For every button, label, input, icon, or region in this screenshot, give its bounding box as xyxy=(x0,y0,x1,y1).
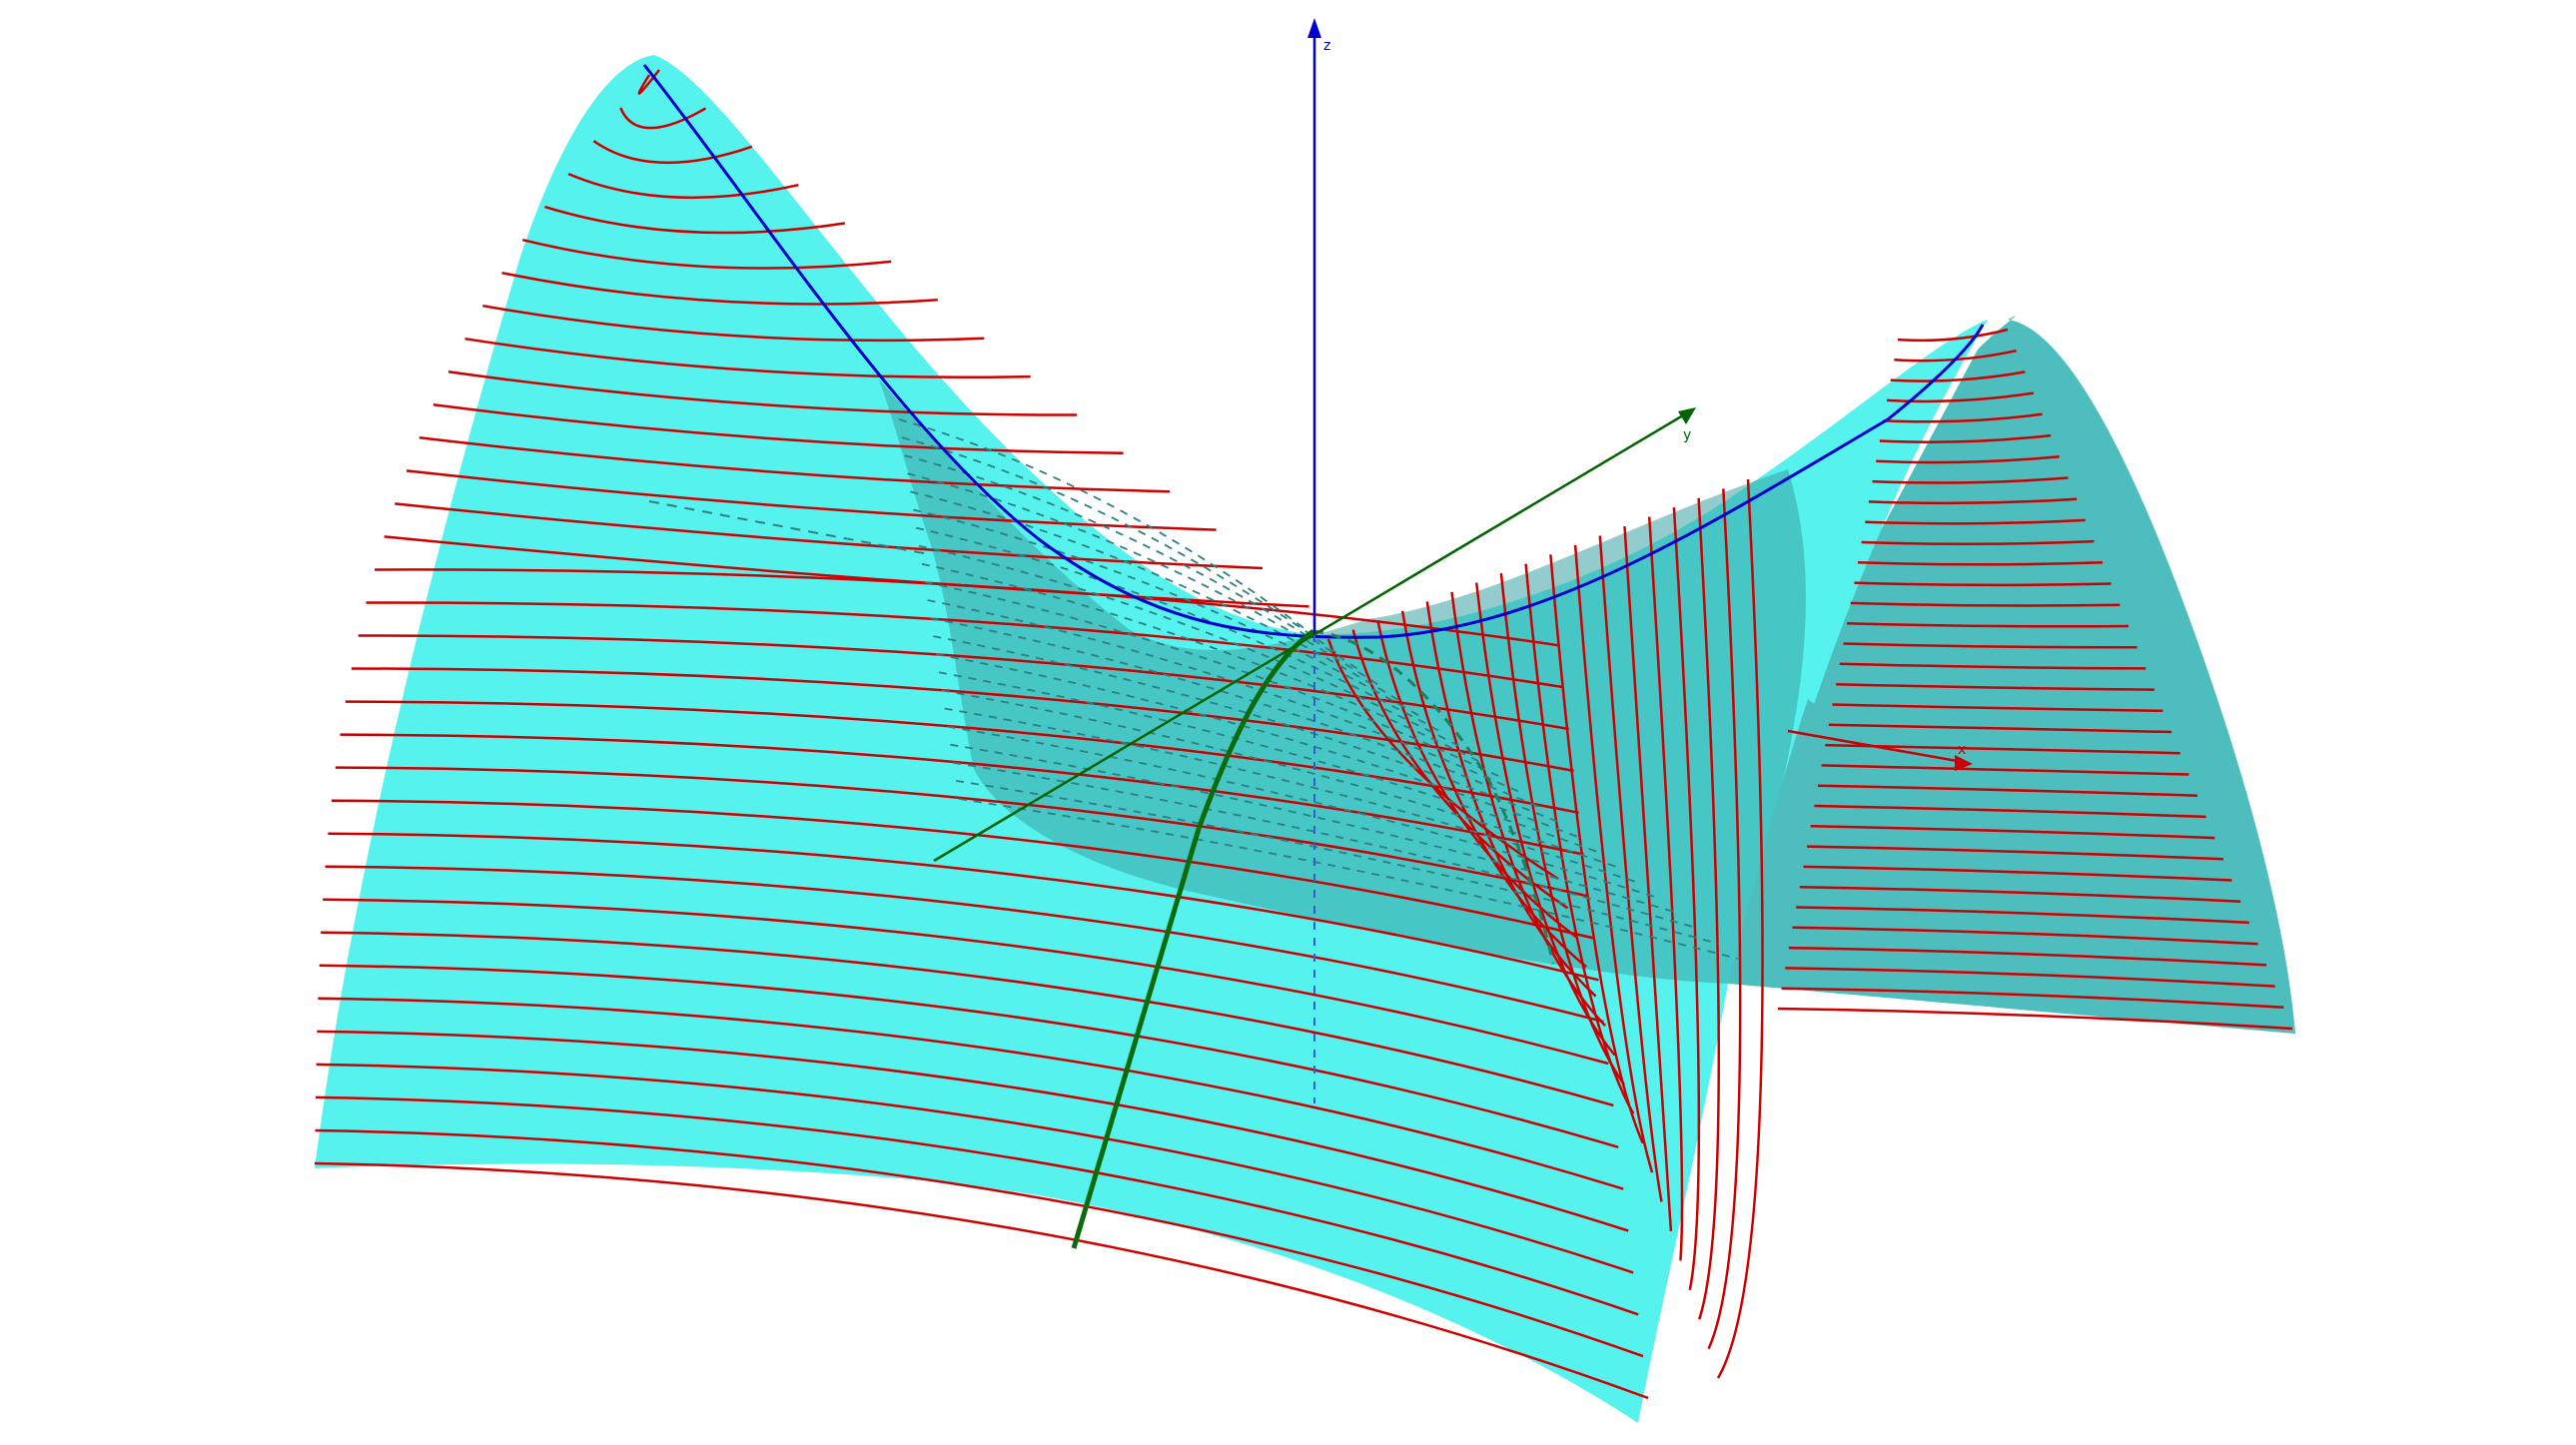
saddle-surface-diagram: z y x xyxy=(0,0,2576,1445)
x-axis-label: x xyxy=(1958,742,1966,758)
y-axis-label: y xyxy=(1683,427,1691,443)
z-axis-label: z xyxy=(1323,38,1330,54)
